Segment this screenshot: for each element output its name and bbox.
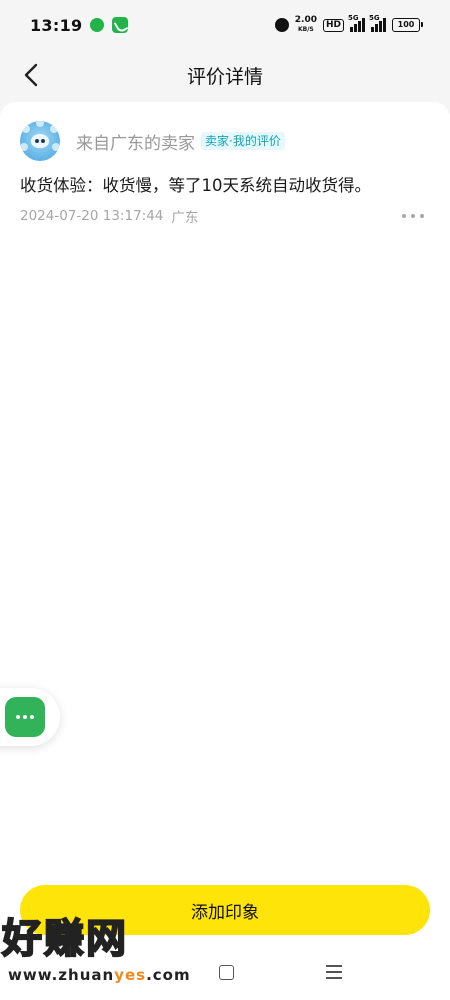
more-options-button[interactable] xyxy=(402,210,424,222)
home-nav-icon[interactable] xyxy=(219,965,234,980)
phone-notification-icon xyxy=(112,17,129,33)
status-left: 13:19 xyxy=(30,15,129,35)
battery-icon: 100 xyxy=(392,18,423,32)
content-card: 来自广东的卖家 卖家·我的评价 收货体验：收货慢，等了10天系统自动收货得。 2… xyxy=(0,102,450,1000)
network-speed: 2.00 KB/S xyxy=(295,16,317,34)
review-meta: 2024-07-20 13:17:44 广东 xyxy=(20,206,430,226)
more-dot-icon xyxy=(411,214,415,218)
seller-name: 来自广东的卖家 xyxy=(76,133,195,154)
review-datetime: 2024-07-20 13:17:44 xyxy=(20,208,164,224)
add-impression-button[interactable]: 添加印象 xyxy=(20,885,430,935)
signal-icon-2: 5G xyxy=(369,14,386,32)
page-header: 评价详情 xyxy=(0,50,450,100)
network-type-2: 5G xyxy=(369,14,380,22)
more-dot-icon xyxy=(420,214,424,218)
avatar[interactable] xyxy=(20,121,60,161)
review-text: 收货体验：收货慢，等了10天系统自动收货得。 xyxy=(20,176,371,195)
chevron-left-icon xyxy=(24,63,38,87)
more-dot-icon xyxy=(402,214,406,218)
hd-icon: HD xyxy=(322,18,344,32)
status-bar: 13:19 2.00 KB/S HD 5G 5G 100 xyxy=(0,0,450,50)
review-location: 广东 xyxy=(171,210,199,226)
message-notification-icon xyxy=(90,18,105,32)
menu-nav-icon[interactable] xyxy=(326,965,342,979)
review-role-badge: 卖家·我的评价 xyxy=(201,132,285,150)
network-type-1: 5G xyxy=(348,14,359,22)
battery-level: 100 xyxy=(397,20,415,29)
back-button[interactable] xyxy=(18,62,44,88)
chat-button[interactable] xyxy=(5,697,45,737)
status-time: 13:19 xyxy=(30,15,83,35)
chat-dot-icon xyxy=(16,715,20,719)
network-speed-unit: KB/S xyxy=(298,26,314,33)
alarm-icon xyxy=(274,18,289,32)
network-speed-value: 2.00 xyxy=(294,15,317,25)
chat-dot-icon xyxy=(30,715,34,719)
status-right: 2.00 KB/S HD 5G 5G 100 xyxy=(274,14,423,34)
floating-chat-tab xyxy=(0,688,60,746)
signal-icon-1: 5G xyxy=(348,14,365,32)
page-title: 评价详情 xyxy=(186,65,263,88)
review-item: 来自广东的卖家 卖家·我的评价 收货体验：收货慢，等了10天系统自动收货得。 2… xyxy=(20,120,430,226)
chat-dot-icon xyxy=(23,715,27,719)
review-header: 来自广东的卖家 卖家·我的评价 xyxy=(20,120,430,162)
